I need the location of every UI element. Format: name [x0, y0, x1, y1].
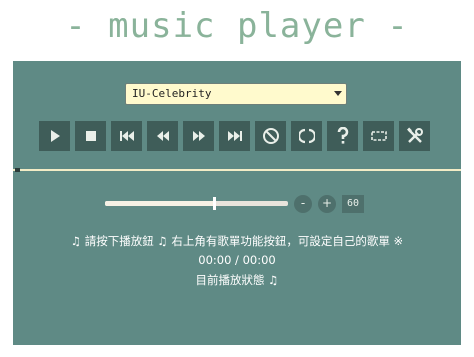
shuffle-button[interactable]: [363, 121, 394, 151]
fast-forward-icon: [192, 131, 205, 141]
shuffle-box-icon: [370, 131, 387, 141]
previous-track-button[interactable]: [111, 121, 142, 151]
instruction-text: ♫ 請按下播放鈕 ♫ 右上角有歌單功能按鈕，可設定自己的歌單 ※: [70, 234, 404, 248]
volume-down-button[interactable]: -: [294, 195, 312, 213]
play-button[interactable]: [39, 121, 70, 151]
ban-icon: [262, 128, 279, 144]
volume-up-button[interactable]: +: [318, 195, 336, 213]
stop-button[interactable]: [75, 121, 106, 151]
app-title: - music player -: [65, 6, 409, 46]
progress-handle[interactable]: [15, 168, 20, 172]
play-icon: [50, 130, 60, 142]
disable-button[interactable]: [255, 121, 286, 151]
question-icon: [337, 127, 348, 144]
volume-slider[interactable]: [105, 197, 288, 210]
rewind-button[interactable]: [147, 121, 178, 151]
playback-status: 目前播放狀態 ♫: [195, 273, 279, 287]
volume-value: 60: [342, 195, 364, 213]
settings-button[interactable]: [399, 121, 430, 151]
music-player-panel: IU-Celebrity - + 60 ♫ 請按下播放鈕 ♫ 右上角有歌單功能按…: [13, 61, 461, 345]
chevron-down-icon: [334, 91, 342, 96]
volume-slider-fill: [105, 201, 215, 206]
skip-next-icon: [227, 131, 242, 141]
progress-bar[interactable]: [13, 169, 461, 171]
loop-button[interactable]: [291, 121, 322, 151]
next-track-button[interactable]: [219, 121, 250, 151]
skip-previous-icon: [119, 131, 134, 141]
help-button[interactable]: [327, 121, 358, 151]
rewind-icon: [156, 131, 169, 141]
fast-forward-button[interactable]: [183, 121, 214, 151]
playback-controls: [39, 121, 430, 151]
playlist-select[interactable]: IU-Celebrity: [125, 83, 347, 105]
stop-icon: [85, 131, 96, 141]
volume-slider-handle[interactable]: [213, 197, 217, 210]
tools-icon: [406, 127, 423, 143]
playlist-selected-value: IU-Celebrity: [132, 87, 212, 100]
loop-icon: [298, 128, 315, 144]
time-display: 00:00 / 00:00: [198, 253, 276, 267]
